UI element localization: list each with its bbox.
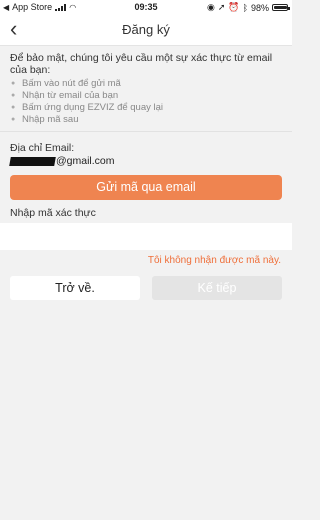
send-code-email-button[interactable]: Gửi mã qua email	[10, 175, 282, 200]
status-right: ◉ ➚ ⏰ ᛒ 98%	[206, 2, 290, 13]
code-label: Nhập mã xác thực	[10, 207, 96, 219]
battery-percent: 98%	[250, 2, 269, 13]
info-step: Nhập mã sau	[10, 114, 286, 126]
back-button[interactable]: Trở về.	[10, 276, 140, 300]
bluetooth-icon: ᛒ	[242, 2, 248, 13]
verification-info: Để bảo mật, chúng tôi yêu cầu một sự xác…	[10, 52, 286, 126]
arrow-icon: ➚	[217, 2, 226, 12]
battery-icon	[272, 4, 290, 11]
status-bar: ◀ App Store ◠ 09:35 ◉ ➚ ⏰ ᛒ 98%	[0, 0, 292, 14]
email-domain: @gmail.com	[56, 155, 115, 167]
info-steps: Bấm vào nút để gửi mã Nhận từ email của …	[10, 78, 286, 126]
info-step: Nhận từ email của bạn	[10, 90, 286, 102]
redacted-email-user	[9, 156, 56, 166]
info-intro: Để bảo mật, chúng tôi yêu cầu một sự xác…	[10, 52, 273, 76]
location-icon: ◉	[206, 2, 215, 12]
info-step: Bấm vào nút để gửi mã	[10, 78, 286, 90]
code-not-received-link[interactable]: Tôi không nhận được mã này.	[148, 255, 281, 266]
next-button[interactable]: Kế tiếp	[152, 276, 282, 300]
divider	[0, 131, 292, 132]
email-value: @gmail.com	[9, 155, 115, 167]
verification-code-input[interactable]	[0, 223, 292, 250]
battery-fill	[274, 6, 287, 9]
info-step: Bấm ứng dụng EZVIZ để quay lại	[10, 102, 286, 114]
email-label: Địa chỉ Email:	[10, 142, 75, 154]
navigation-bar: ‹ Đăng ký	[0, 14, 292, 46]
alarm-icon: ⏰	[228, 2, 240, 12]
page-title: Đăng ký	[122, 22, 170, 37]
